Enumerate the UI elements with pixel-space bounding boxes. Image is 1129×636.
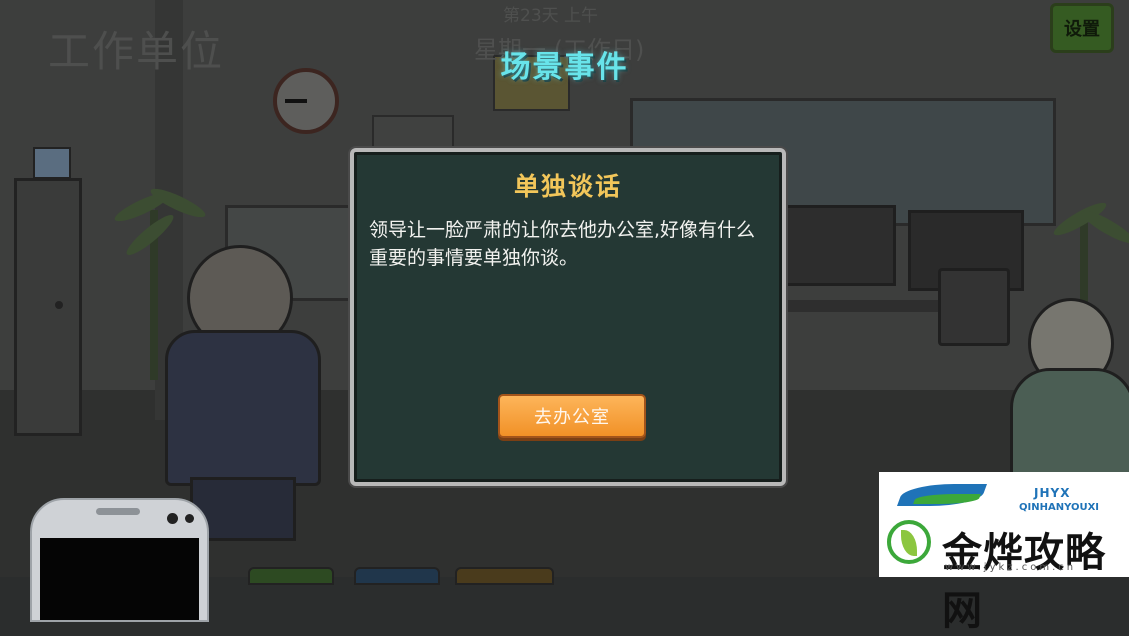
monitor-left <box>783 205 896 286</box>
office-chair <box>938 268 1010 346</box>
bottom-menu-tab-3[interactable] <box>455 567 554 585</box>
watermark-site-url: www.jykz.com.cn <box>945 562 1077 573</box>
door-sign <box>33 147 71 179</box>
phone-speaker <box>96 508 140 515</box>
phone-camera <box>167 513 178 524</box>
leaf-logo-icon <box>887 520 931 564</box>
wall-poster <box>372 115 454 149</box>
player-body <box>1010 368 1129 484</box>
site-watermark: JHYX QINHANYOUXI 金烨攻略网 www.jykz.com.cn <box>879 472 1129 634</box>
clock-hand <box>285 99 307 103</box>
door-knob <box>55 301 63 309</box>
watermark-tag: JHYX <box>1034 486 1071 500</box>
boss-body <box>165 330 321 486</box>
phone-screen <box>40 538 199 620</box>
watermark-tag-sub: QINHANYOUXI <box>1019 502 1100 513</box>
day-time-label: 第23天 上午 <box>503 6 599 26</box>
watermark-site-name: 金烨攻略网 <box>942 530 1106 634</box>
phone-sensor <box>185 514 194 523</box>
phone-button[interactable] <box>30 498 209 622</box>
leaf-icon <box>901 530 917 556</box>
bottom-menu-tab-2[interactable] <box>354 567 440 585</box>
player-character <box>1010 298 1129 484</box>
event-header: 场景事件 <box>500 50 629 85</box>
event-description: 领导让一脸严肃的让你去他办公室,好像有什么重要的事情要单独你谈。 <box>369 219 756 269</box>
office-door <box>14 178 82 436</box>
event-dialog: 单独谈话 领导让一脸严肃的让你去他办公室,好像有什么重要的事情要单独你谈。 去办… <box>350 148 786 486</box>
go-to-office-button[interactable]: 去办公室 <box>498 394 646 438</box>
watermark-swoosh-icon <box>913 494 981 504</box>
event-title: 单独谈话 <box>513 172 622 201</box>
bottom-menu-tab-1[interactable] <box>248 567 334 585</box>
boss-character <box>165 245 321 541</box>
